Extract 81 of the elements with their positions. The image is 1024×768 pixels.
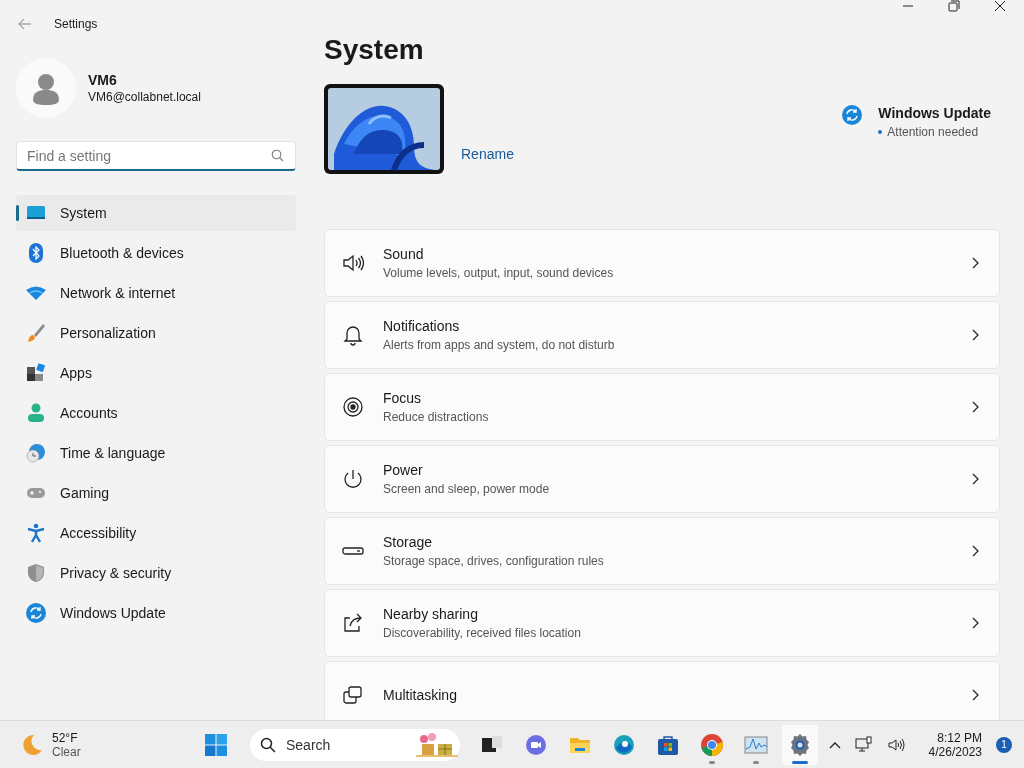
multitask-icon xyxy=(342,684,364,706)
start-icon[interactable] xyxy=(204,732,228,757)
search-icon xyxy=(271,149,284,162)
accounts-icon xyxy=(26,403,46,423)
settings-card[interactable]: Notifications Alerts from apps and system, do not disturb xyxy=(324,301,1000,369)
card-subtitle: Storage space, drives, configuration rules xyxy=(383,554,605,568)
sidebar-item[interactable]: System xyxy=(16,195,296,231)
page-title: System xyxy=(324,34,425,66)
settings-card[interactable]: Sound Volume levels, output, input, sound devices xyxy=(324,229,1000,297)
bluetooth-icon xyxy=(26,243,46,263)
sidebar-item[interactable]: Network & internet xyxy=(16,275,296,311)
bell-icon xyxy=(342,324,364,346)
chevron-icon xyxy=(972,689,979,701)
update-title: Windows Update xyxy=(878,105,991,121)
settings-card[interactable]: Power Screen and sleep, power mode xyxy=(324,445,1000,513)
card-title: Notifications xyxy=(383,318,461,334)
chevron-icon xyxy=(972,329,979,341)
brush-icon xyxy=(26,323,46,343)
sound-icon xyxy=(342,252,364,274)
card-title: Nearby sharing xyxy=(383,606,479,622)
account-email: VM6@collabnet.local xyxy=(88,90,201,104)
edge-icon xyxy=(612,732,636,757)
settings-card[interactable]: Multitasking xyxy=(324,661,1000,720)
close-icon[interactable] xyxy=(994,0,1006,12)
account-name: VM6 xyxy=(88,72,118,88)
card-subtitle: Reduce distractions xyxy=(383,410,490,424)
sidebar-item[interactable]: Gaming xyxy=(16,475,296,511)
chevron-icon xyxy=(972,545,979,557)
chat-icon xyxy=(524,732,548,757)
chevron-icon xyxy=(972,473,979,485)
settings-card[interactable]: Storage Storage space, drives, configuration rules xyxy=(324,517,1000,585)
search-field[interactable]: Find a setting xyxy=(16,141,296,171)
chevron-up-icon[interactable] xyxy=(828,740,841,749)
sidebar-item[interactable]: Bluetooth & devices xyxy=(16,235,296,271)
sidebar-item[interactable]: Accessibility xyxy=(16,515,296,551)
flowers-icon xyxy=(414,731,460,758)
settings-card[interactable]: Focus Reduce distractions xyxy=(324,373,1000,441)
privacy-icon xyxy=(26,563,46,583)
notification-badge[interactable]: 1 xyxy=(996,736,1012,753)
weather-temperature: 52°F xyxy=(52,730,79,745)
chevron-icon xyxy=(972,401,979,413)
card-subtitle: Screen and sleep, power mode xyxy=(383,482,551,496)
sidebar-item[interactable]: Personalization xyxy=(16,315,296,351)
settings-card[interactable]: Nearby sharing Discoverability, received files location xyxy=(324,589,1000,657)
chrome-icon xyxy=(700,732,724,757)
chevron-icon xyxy=(972,257,979,269)
sidebar-item[interactable]: Accounts xyxy=(16,395,296,431)
card-title: Sound xyxy=(383,246,425,262)
power-icon xyxy=(342,468,364,490)
focus-icon xyxy=(342,396,364,418)
clock-date[interactable]: 4/26/2023 xyxy=(928,744,982,759)
card-subtitle: Volume levels, output, input, sound devices xyxy=(383,266,615,280)
chevron-icon xyxy=(972,617,979,629)
update-status: Attention needed xyxy=(887,125,979,139)
clock-time[interactable]: 8:12 PM xyxy=(937,730,982,745)
card-title: Power xyxy=(383,462,424,478)
card-subtitle: Discoverability, received files location xyxy=(383,626,582,640)
card-title: Multitasking xyxy=(383,687,458,703)
apps-icon xyxy=(26,363,46,383)
rename-link[interactable]: Rename xyxy=(461,146,514,162)
update-icon xyxy=(26,603,46,623)
card-title: Storage xyxy=(383,534,434,550)
sidebar-item[interactable]: Windows Update xyxy=(16,595,296,631)
sidebar-item[interactable]: Time & language xyxy=(16,435,296,471)
network-icon[interactable] xyxy=(854,735,873,754)
update-icon xyxy=(842,105,863,125)
card-title: Focus xyxy=(383,390,423,406)
taskbar-search[interactable]: Search xyxy=(250,728,460,761)
status-dot-icon xyxy=(878,130,883,134)
settings-icon xyxy=(788,732,812,757)
window-title: Settings xyxy=(54,17,98,31)
weather-condition: Clear xyxy=(52,744,81,759)
avatar-icon xyxy=(16,58,76,118)
sidebar-item[interactable]: Apps xyxy=(16,355,296,391)
time-icon xyxy=(26,443,46,463)
sidebar-item[interactable]: Privacy & security xyxy=(16,555,296,591)
restore-icon[interactable] xyxy=(948,0,960,12)
accessibility-icon xyxy=(26,523,46,543)
share-icon xyxy=(342,612,364,634)
card-subtitle: Alerts from apps and system, do not disturb xyxy=(383,338,616,352)
search-icon xyxy=(260,736,276,753)
